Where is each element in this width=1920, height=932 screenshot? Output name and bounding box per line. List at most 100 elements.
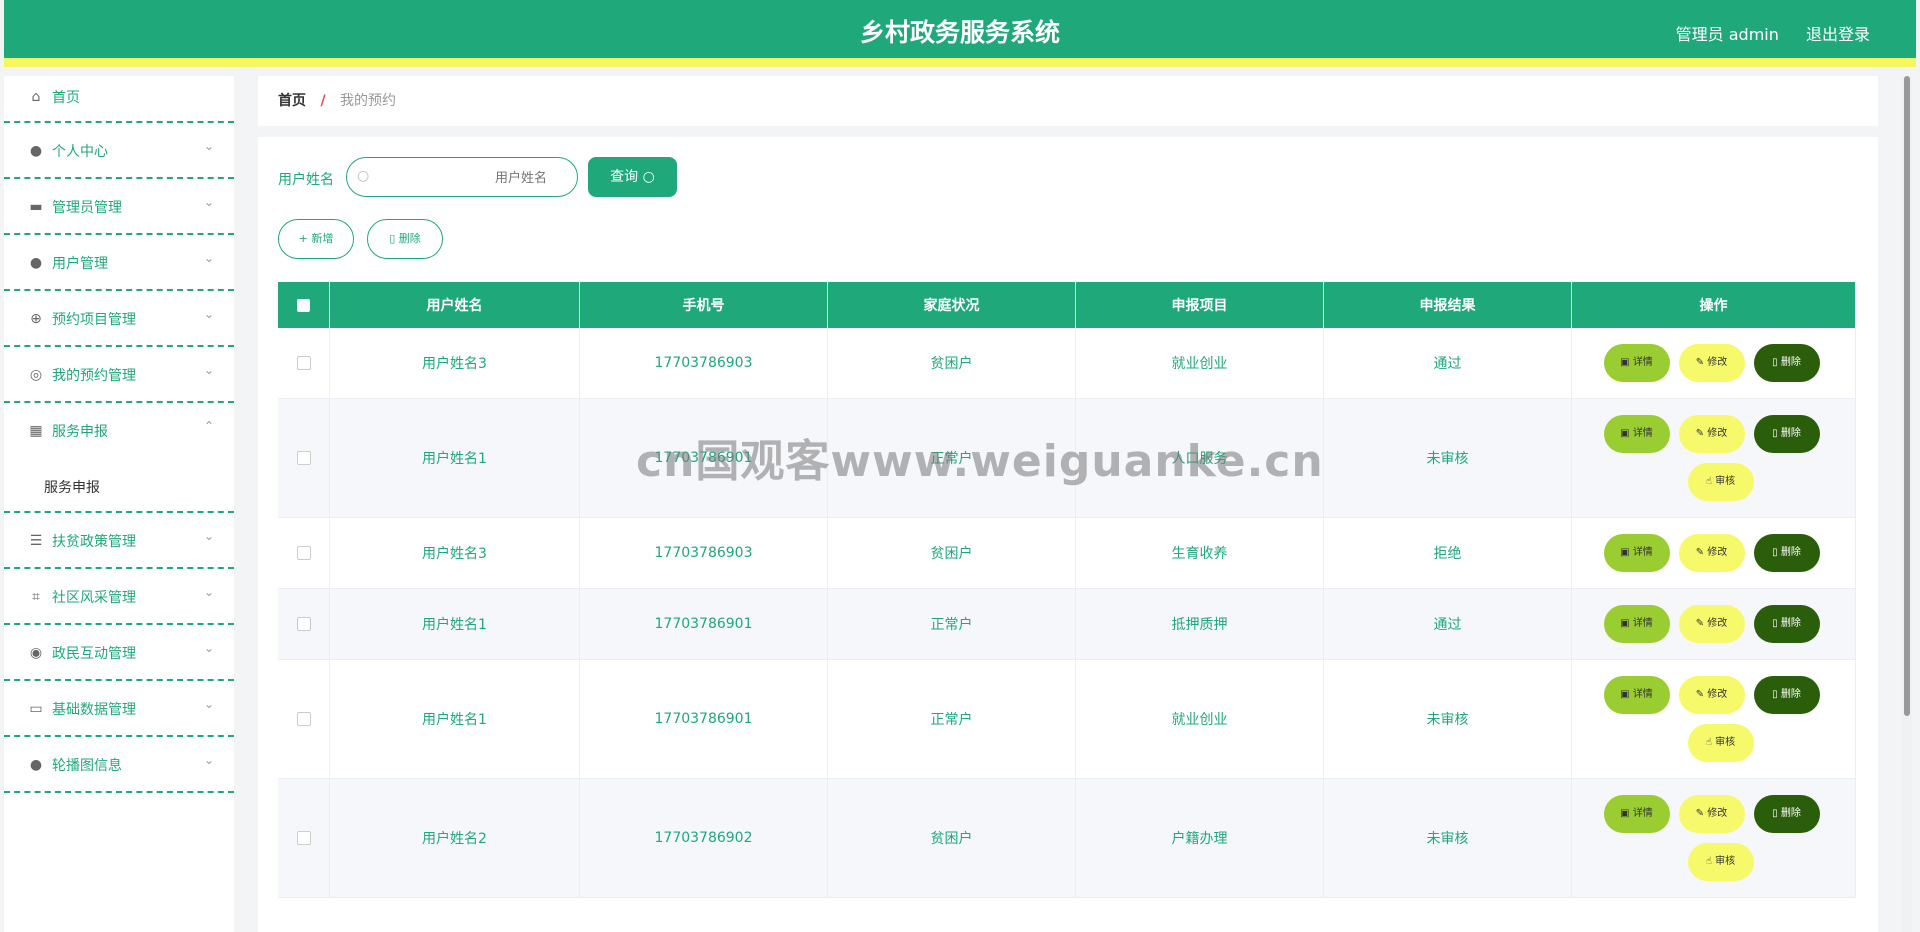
cell-actions: ▣ 详情 ✎ 修改 ▯ 删除 (1571, 588, 1856, 660)
table-row: 用户姓名1 17703786901 正常户 就业创业 未审核 ▣ 详情 ✎ 修改 ▯ 删除 ☝ … (278, 659, 1856, 779)
sidebar-item-basic-data-management[interactable]: ▭ 基础数据管理 ⌄ (4, 681, 234, 737)
select-all-checkbox[interactable] (297, 298, 310, 312)
delete-button[interactable]: ▯ 删除 (1753, 795, 1820, 833)
pencil-icon: ✎ (1695, 808, 1708, 819)
breadcrumb-separator: / (320, 93, 326, 109)
audit-button[interactable]: ☝ 审核 (1687, 724, 1754, 762)
cell-declaration-result: 通过 (1323, 588, 1572, 660)
row-checkbox[interactable] (296, 546, 311, 560)
lifebuoy-icon: ◉ (29, 645, 43, 661)
sidebar-item-admin-management[interactable]: ▬ 管理员管理 ⌄ (4, 179, 234, 235)
sidebar-item-booking-project-management[interactable]: ⊕ 预约项目管理 ⌄ (4, 291, 234, 347)
doc-icon: ▣ (1620, 808, 1633, 819)
row-checkbox[interactable] (296, 712, 311, 726)
app-title: 乡村政务服务系统 (859, 18, 1060, 47)
sidebar-item-label: 社区风采管理 (52, 590, 136, 606)
sidebar-subitem-service-declaration[interactable]: 服务申报 (4, 459, 234, 513)
chevron-down-icon: ⌄ (203, 139, 214, 153)
sidebar-item-poverty-policy-management[interactable]: ☰ 扶贫政策管理 ⌄ (4, 513, 234, 569)
delete-button[interactable]: ▯ 删除 (1753, 534, 1820, 572)
cell-phone: 17703786903 (579, 517, 828, 589)
sidebar-item-service-declaration[interactable]: ▦ 服务申报 ⌃ (4, 403, 234, 459)
sidebar-item-user-management[interactable]: ● 用户管理 ⌄ (4, 235, 234, 291)
detail-label: 详情 (1632, 428, 1653, 439)
row-select-cell (278, 328, 330, 399)
edit-button[interactable]: ✎ 修改 (1678, 344, 1745, 382)
header-user-area: 管理员 admin 退出登录 (1654, 21, 1870, 45)
doc-icon: ▣ (1620, 428, 1633, 439)
sidebar-item-community-style-management[interactable]: ⌗ 社区风采管理 ⌄ (4, 569, 234, 625)
row-checkbox[interactable] (296, 831, 311, 845)
query-button-label: 查询 (610, 169, 639, 185)
sidebar-item-personal-center[interactable]: ● 个人中心 ⌄ (4, 123, 234, 179)
target-icon: ⊕ (30, 311, 42, 327)
detail-button[interactable]: ▣ 详情 (1603, 415, 1670, 453)
trash-icon: ▯ (1772, 808, 1781, 819)
breadcrumb-home[interactable]: 首页 (278, 93, 306, 109)
cell-family-status: 贫困户 (827, 778, 1076, 898)
edit-button[interactable]: ✎ 修改 (1678, 676, 1745, 714)
page-scrollbar[interactable] (1902, 76, 1912, 932)
column-header[interactable]: 用户姓名 (329, 282, 580, 328)
scrollbar-thumb[interactable] (1904, 76, 1910, 716)
search-input[interactable] (375, 164, 549, 192)
column-header[interactable]: 申报项目 (1075, 282, 1324, 328)
cell-declaration-result: 未审核 (1323, 659, 1572, 779)
sidebar-item-label: 管理员管理 (52, 200, 122, 216)
table-row: 用户姓名3 17703786903 贫困户 生育收养 拒绝 ▣ 详情 ✎ 修改 ▯ 删除 (278, 517, 1856, 589)
chevron-down-icon: ⌄ (203, 363, 214, 377)
sidebar-item-carousel-info[interactable]: ● 轮播图信息 ⌄ (4, 737, 234, 793)
detail-button[interactable]: ▣ 详情 (1603, 676, 1670, 714)
delete-button[interactable]: ▯ 删除 (1753, 676, 1820, 714)
search-label: 用户姓名 (278, 172, 334, 188)
detail-button[interactable]: ▣ 详情 (1603, 344, 1670, 382)
sidebar-item-my-booking-management[interactable]: ◎ 我的预约管理 ⌄ (4, 347, 234, 403)
audit-label: 审核 (1715, 856, 1736, 867)
row-actions: ▣ 详情 ✎ 修改 ▯ 删除 (1603, 534, 1824, 572)
sidebar-item-label: 轮播图信息 (52, 758, 122, 774)
trash-icon: ▯ (1772, 357, 1781, 368)
row-checkbox[interactable] (296, 356, 311, 370)
table-row: 用户姓名1 17703786901 正常户 抵押质押 通过 ▣ 详情 ✎ 修改 ▯ 删除 (278, 588, 1856, 660)
delete-button[interactable]: ▯ 删除 (1753, 605, 1820, 643)
admin-user-label[interactable]: 管理员 admin (1676, 25, 1779, 44)
delete-button[interactable]: ▯ 删除 (1753, 344, 1820, 382)
sidebar-item-home[interactable]: ⌂ 首页 (4, 76, 234, 123)
column-header[interactable]: 申报结果 (1323, 282, 1572, 328)
audit-button[interactable]: ☝ 审核 (1687, 843, 1754, 881)
edit-button[interactable]: ✎ 修改 (1678, 534, 1745, 572)
detail-button[interactable]: ▣ 详情 (1603, 795, 1670, 833)
audit-button[interactable]: ☝ 审核 (1687, 463, 1754, 501)
home-icon: ⌂ (31, 89, 41, 105)
sidebar-item-government-interaction-management[interactable]: ◉ 政民互动管理 ⌄ (4, 625, 234, 681)
query-button[interactable]: 查询 ○ (588, 157, 677, 197)
column-header[interactable]: 家庭状况 (827, 282, 1076, 328)
detail-button[interactable]: ▣ 详情 (1603, 605, 1670, 643)
sidebar-subitem-label: 服务申报 (44, 480, 100, 496)
row-checkbox[interactable] (296, 451, 311, 465)
row-checkbox[interactable] (296, 617, 311, 631)
sidebar-item-label: 预约项目管理 (52, 312, 136, 328)
breadcrumb: 首页 / 我的预约 (258, 76, 1878, 126)
add-button[interactable]: + 新增 (278, 219, 354, 259)
row-actions: ▣ 详情 ✎ 修改 ▯ 删除 ☝ 审核 (1603, 415, 1824, 501)
edit-button[interactable]: ✎ 修改 (1678, 795, 1745, 833)
edit-button[interactable]: ✎ 修改 (1678, 605, 1745, 643)
batch-delete-button[interactable]: ▯ 删除 (367, 219, 443, 259)
cell-user-name: 用户姓名1 (329, 659, 580, 779)
trash-icon: ▯ (1772, 547, 1781, 558)
sidebar-item-label: 首页 (52, 90, 80, 106)
cell-declaration-result: 通过 (1323, 328, 1572, 399)
column-header[interactable]: 手机号 (579, 282, 828, 328)
cell-actions: ▣ 详情 ✎ 修改 ▯ 删除 (1571, 328, 1856, 399)
cell-actions: ▣ 详情 ✎ 修改 ▯ 删除 (1571, 517, 1856, 589)
detail-button[interactable]: ▣ 详情 (1603, 534, 1670, 572)
sidebar: ⌂ 首页 ● 个人中心 ⌄ ▬ 管理员管理 ⌄ ● 用户管理 ⌄ ⊕ 预约项目管… (4, 76, 234, 932)
logout-link[interactable]: 退出登录 (1806, 25, 1870, 44)
delete-button[interactable]: ▯ 删除 (1753, 415, 1820, 453)
edit-button[interactable]: ✎ 修改 (1678, 415, 1745, 453)
sidebar-item-label: 基础数据管理 (52, 702, 136, 718)
cell-user-name: 用户姓名3 (329, 517, 580, 589)
row-select-cell (278, 517, 330, 589)
